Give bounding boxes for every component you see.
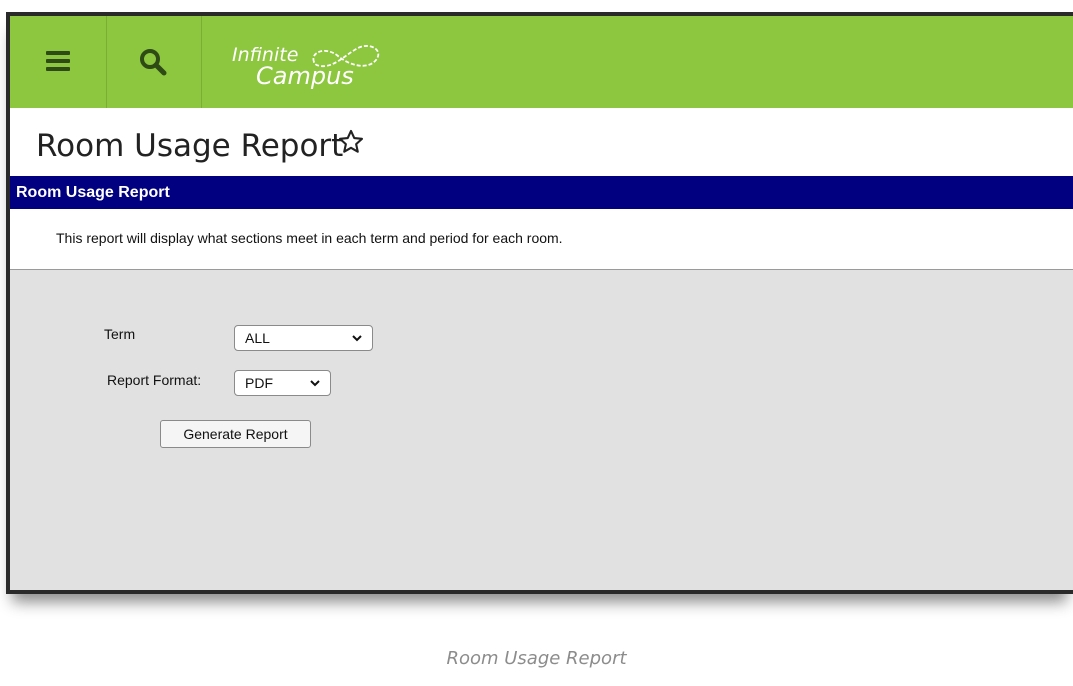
top-navigation-bar: Infinite Campus xyxy=(10,16,1073,108)
infinity-loop-icon xyxy=(312,45,380,68)
generate-report-button[interactable]: Generate Report xyxy=(160,420,311,448)
report-format-selected-value: PDF xyxy=(245,375,273,391)
app-window: Infinite Campus Room Usage Report Room U… xyxy=(10,16,1073,590)
figure-caption: Room Usage Report xyxy=(446,648,627,669)
chevron-down-icon xyxy=(352,335,362,342)
infinite-campus-logo: Infinite Campus xyxy=(232,32,392,94)
search-button[interactable] xyxy=(106,16,202,108)
screenshot-frame: Infinite Campus Room Usage Report Room U… xyxy=(6,12,1073,594)
search-icon xyxy=(140,49,167,76)
page-title: Room Usage Report xyxy=(36,128,344,164)
page-title-bar: Room Usage Report xyxy=(10,108,1073,176)
menu-button[interactable] xyxy=(10,16,107,108)
report-header: Room Usage Report xyxy=(10,176,1073,209)
term-selected-value: ALL xyxy=(245,330,270,346)
term-select[interactable]: ALL xyxy=(234,325,373,351)
report-format-label: Report Format: xyxy=(107,372,202,388)
chevron-down-icon xyxy=(310,380,320,387)
term-label: Term xyxy=(104,326,136,342)
hamburger-menu-icon xyxy=(46,51,70,71)
report-description-panel: This report will display what sections m… xyxy=(10,209,1073,270)
report-format-select[interactable]: PDF xyxy=(234,370,331,396)
report-description: This report will display what sections m… xyxy=(56,230,563,246)
report-options-form: Term ALL Report Format: PDF Generate Rep… xyxy=(10,270,1073,590)
favorite-star-icon[interactable] xyxy=(337,128,365,156)
